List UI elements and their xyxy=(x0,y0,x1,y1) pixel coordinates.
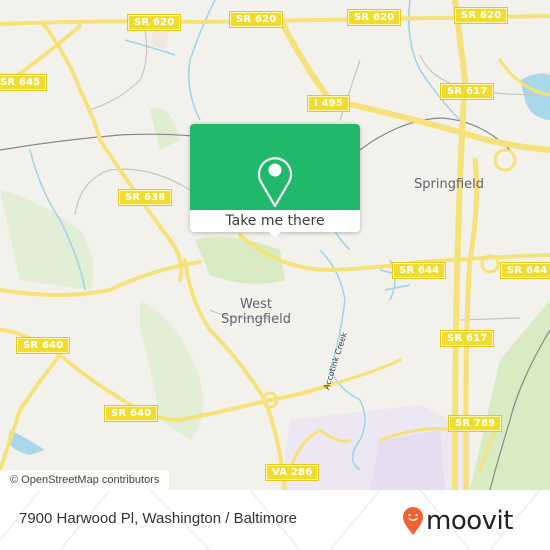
place-label-line: West xyxy=(240,297,272,312)
footer: 7900 Harwood Pl, Washington / Baltimore … xyxy=(0,490,550,550)
road-shield-sr617: SR 617 xyxy=(439,83,495,100)
lake xyxy=(520,73,550,120)
road-shield-sr644: SR 644 xyxy=(391,262,447,279)
park-area xyxy=(150,108,180,150)
road-shield-sr640: SR 640 xyxy=(103,405,159,422)
road-shield-sr640: SR 640 xyxy=(15,337,71,354)
popup-header xyxy=(190,124,360,210)
place-label-springfield: Springfield xyxy=(414,177,485,192)
map-attribution[interactable]: © OpenStreetMap contributors xyxy=(0,470,170,490)
place-label-line: Springfield xyxy=(220,312,291,327)
park-area xyxy=(0,190,94,290)
road-shield-sr620: SR 620 xyxy=(346,9,402,26)
road-shield-va286: VA 286 xyxy=(264,464,320,481)
road-shield-sr645: SR 645 xyxy=(0,74,48,91)
place-label-west-springfield: West Springfield xyxy=(216,297,296,327)
road-shield-sr620: SR 620 xyxy=(228,11,284,28)
road-shield-sr617: SR 617 xyxy=(439,330,495,347)
address-text: 7900 Harwood Pl, Washington / Baltimore xyxy=(19,510,297,527)
road-shield-i495: I 495 xyxy=(306,95,351,112)
road-shield-sr620: SR 620 xyxy=(453,7,509,24)
map[interactable]: SR 620 SR 620 SR 620 SR 620 SR 645 I 495… xyxy=(0,0,550,490)
moovit-logo[interactable]: moovit xyxy=(402,506,513,536)
popup-pointer xyxy=(267,230,283,238)
moovit-pin-icon xyxy=(403,507,423,535)
road-shield-sr620: SR 620 xyxy=(126,14,182,31)
road-shield-sr638: SR 638 xyxy=(117,189,173,206)
road-shield-sr789: SR 789 xyxy=(447,415,503,432)
location-popup: Take me there xyxy=(190,124,360,238)
park-area xyxy=(195,236,285,284)
take-me-there-button[interactable]: Take me there xyxy=(190,210,360,232)
road-shield-sr644: SR 644 xyxy=(499,262,550,279)
streams xyxy=(29,0,461,471)
moovit-wordmark: moovit xyxy=(426,506,513,536)
location-pin-icon xyxy=(257,157,293,208)
